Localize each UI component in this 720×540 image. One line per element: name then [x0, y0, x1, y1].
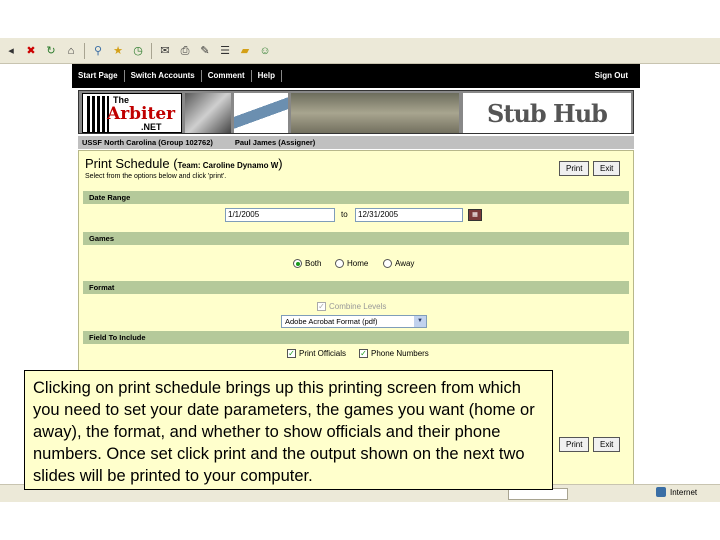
top-nav: Start Page Switch Accounts Comment Help …	[72, 64, 640, 88]
toolbar-separator	[84, 42, 85, 59]
mail-icon[interactable]: ✉	[158, 44, 172, 58]
arbiter-logo[interactable]: The Arbiter .NET	[82, 93, 182, 133]
browser-toolbar: ◂ ✖ ↻ ⌂ ⚲ ★ ◷ ✉ ⎙ ✎ ☰ ▰ ☺	[0, 38, 720, 64]
exit-button-bottom[interactable]: Exit	[593, 437, 621, 452]
edit-icon[interactable]: ✎	[198, 44, 212, 58]
print-officials-label: Print Officials	[299, 349, 346, 358]
calendar-icon[interactable]: ▦	[468, 209, 482, 221]
close-icon[interactable]: ✖	[24, 44, 38, 58]
print-button-bottom[interactable]: Print	[559, 437, 590, 452]
phone-numbers-checkbox[interactable]: ✓	[359, 349, 368, 358]
status-zone-label: Internet	[670, 487, 698, 497]
site-banner: The Arbiter .NET Stub Hub	[78, 90, 634, 134]
logo-net: .NET	[141, 122, 162, 132]
user-name: Paul James (Assigner)	[234, 138, 316, 147]
state-map-image	[234, 93, 288, 133]
end-date-input[interactable]: 12/31/2005	[355, 208, 463, 222]
games-away-label: Away	[395, 259, 415, 268]
logo-bars	[87, 96, 109, 132]
to-label: to	[341, 210, 348, 219]
print-officials-checkbox[interactable]: ✓	[287, 349, 296, 358]
date-range-header: Date Range	[83, 191, 629, 204]
nav-start-page[interactable]: Start Page	[72, 70, 125, 82]
organization-name: USSF North Carolina (Group 102762)	[82, 138, 213, 147]
combine-levels-label: Combine Levels	[329, 302, 387, 311]
format-select-value: Adobe Acrobat Format (pdf)	[285, 317, 378, 326]
nav-sign-out[interactable]: Sign Out	[589, 70, 634, 82]
nav-comment[interactable]: Comment	[202, 70, 252, 82]
print-icon[interactable]: ⎙	[178, 44, 192, 58]
stubhub-ad[interactable]: Stub Hub	[463, 93, 631, 133]
games-home-radio[interactable]	[335, 259, 344, 268]
status-zone: Internet	[656, 487, 697, 497]
nav-help[interactable]: Help	[252, 70, 282, 82]
stubhub-text: Stub Hub	[487, 98, 608, 128]
team-close-paren: )	[278, 156, 283, 171]
account-info-bar: USSF North Carolina (Group 102762) Paul …	[78, 136, 634, 149]
search-icon[interactable]: ⚲	[91, 44, 105, 58]
fields-header: Field To Include	[83, 331, 629, 344]
games-both-radio[interactable]	[293, 259, 302, 268]
discuss-icon[interactable]: ☰	[218, 44, 232, 58]
games-both-label: Both	[305, 259, 322, 268]
messenger-icon[interactable]: ☺	[258, 44, 272, 58]
format-select[interactable]: Adobe Acrobat Format (pdf) ▼	[281, 315, 427, 328]
combine-levels-checkbox[interactable]: ✓	[317, 302, 326, 311]
refresh-icon[interactable]: ↻	[44, 44, 58, 58]
history-icon[interactable]: ◷	[131, 44, 145, 58]
favorites-icon[interactable]: ★	[111, 44, 125, 58]
chevron-down-icon: ▼	[414, 316, 426, 327]
games-header: Games	[83, 232, 629, 245]
explanation-callout: Clicking on print schedule brings up thi…	[24, 370, 553, 490]
team-name: Team: Caroline Dynamo W	[177, 161, 279, 170]
home-icon[interactable]: ⌂	[64, 44, 78, 58]
page-title: Print Schedule (Team: Caroline Dynamo W)	[85, 156, 283, 171]
start-date-input[interactable]: 1/1/2005	[225, 208, 335, 222]
soccer-photo	[185, 93, 231, 133]
logo-name: Arbiter	[107, 104, 176, 124]
print-button-top[interactable]: Print	[559, 161, 590, 176]
page-title-text: Print Schedule	[85, 156, 170, 171]
phone-numbers-label: Phone Numbers	[371, 349, 429, 358]
nav-switch-accounts[interactable]: Switch Accounts	[125, 70, 202, 82]
page-instructions: Select from the options below and click …	[85, 173, 227, 180]
games-away-radio[interactable]	[383, 259, 392, 268]
internet-zone-icon	[656, 487, 666, 497]
exit-button-top[interactable]: Exit	[593, 161, 621, 176]
format-header: Format	[83, 281, 629, 294]
games-home-label: Home	[347, 259, 369, 268]
folder-icon[interactable]: ▰	[238, 44, 252, 58]
back-icon[interactable]: ◂	[4, 44, 18, 58]
stadium-image	[291, 93, 459, 133]
toolbar-separator	[151, 42, 152, 59]
